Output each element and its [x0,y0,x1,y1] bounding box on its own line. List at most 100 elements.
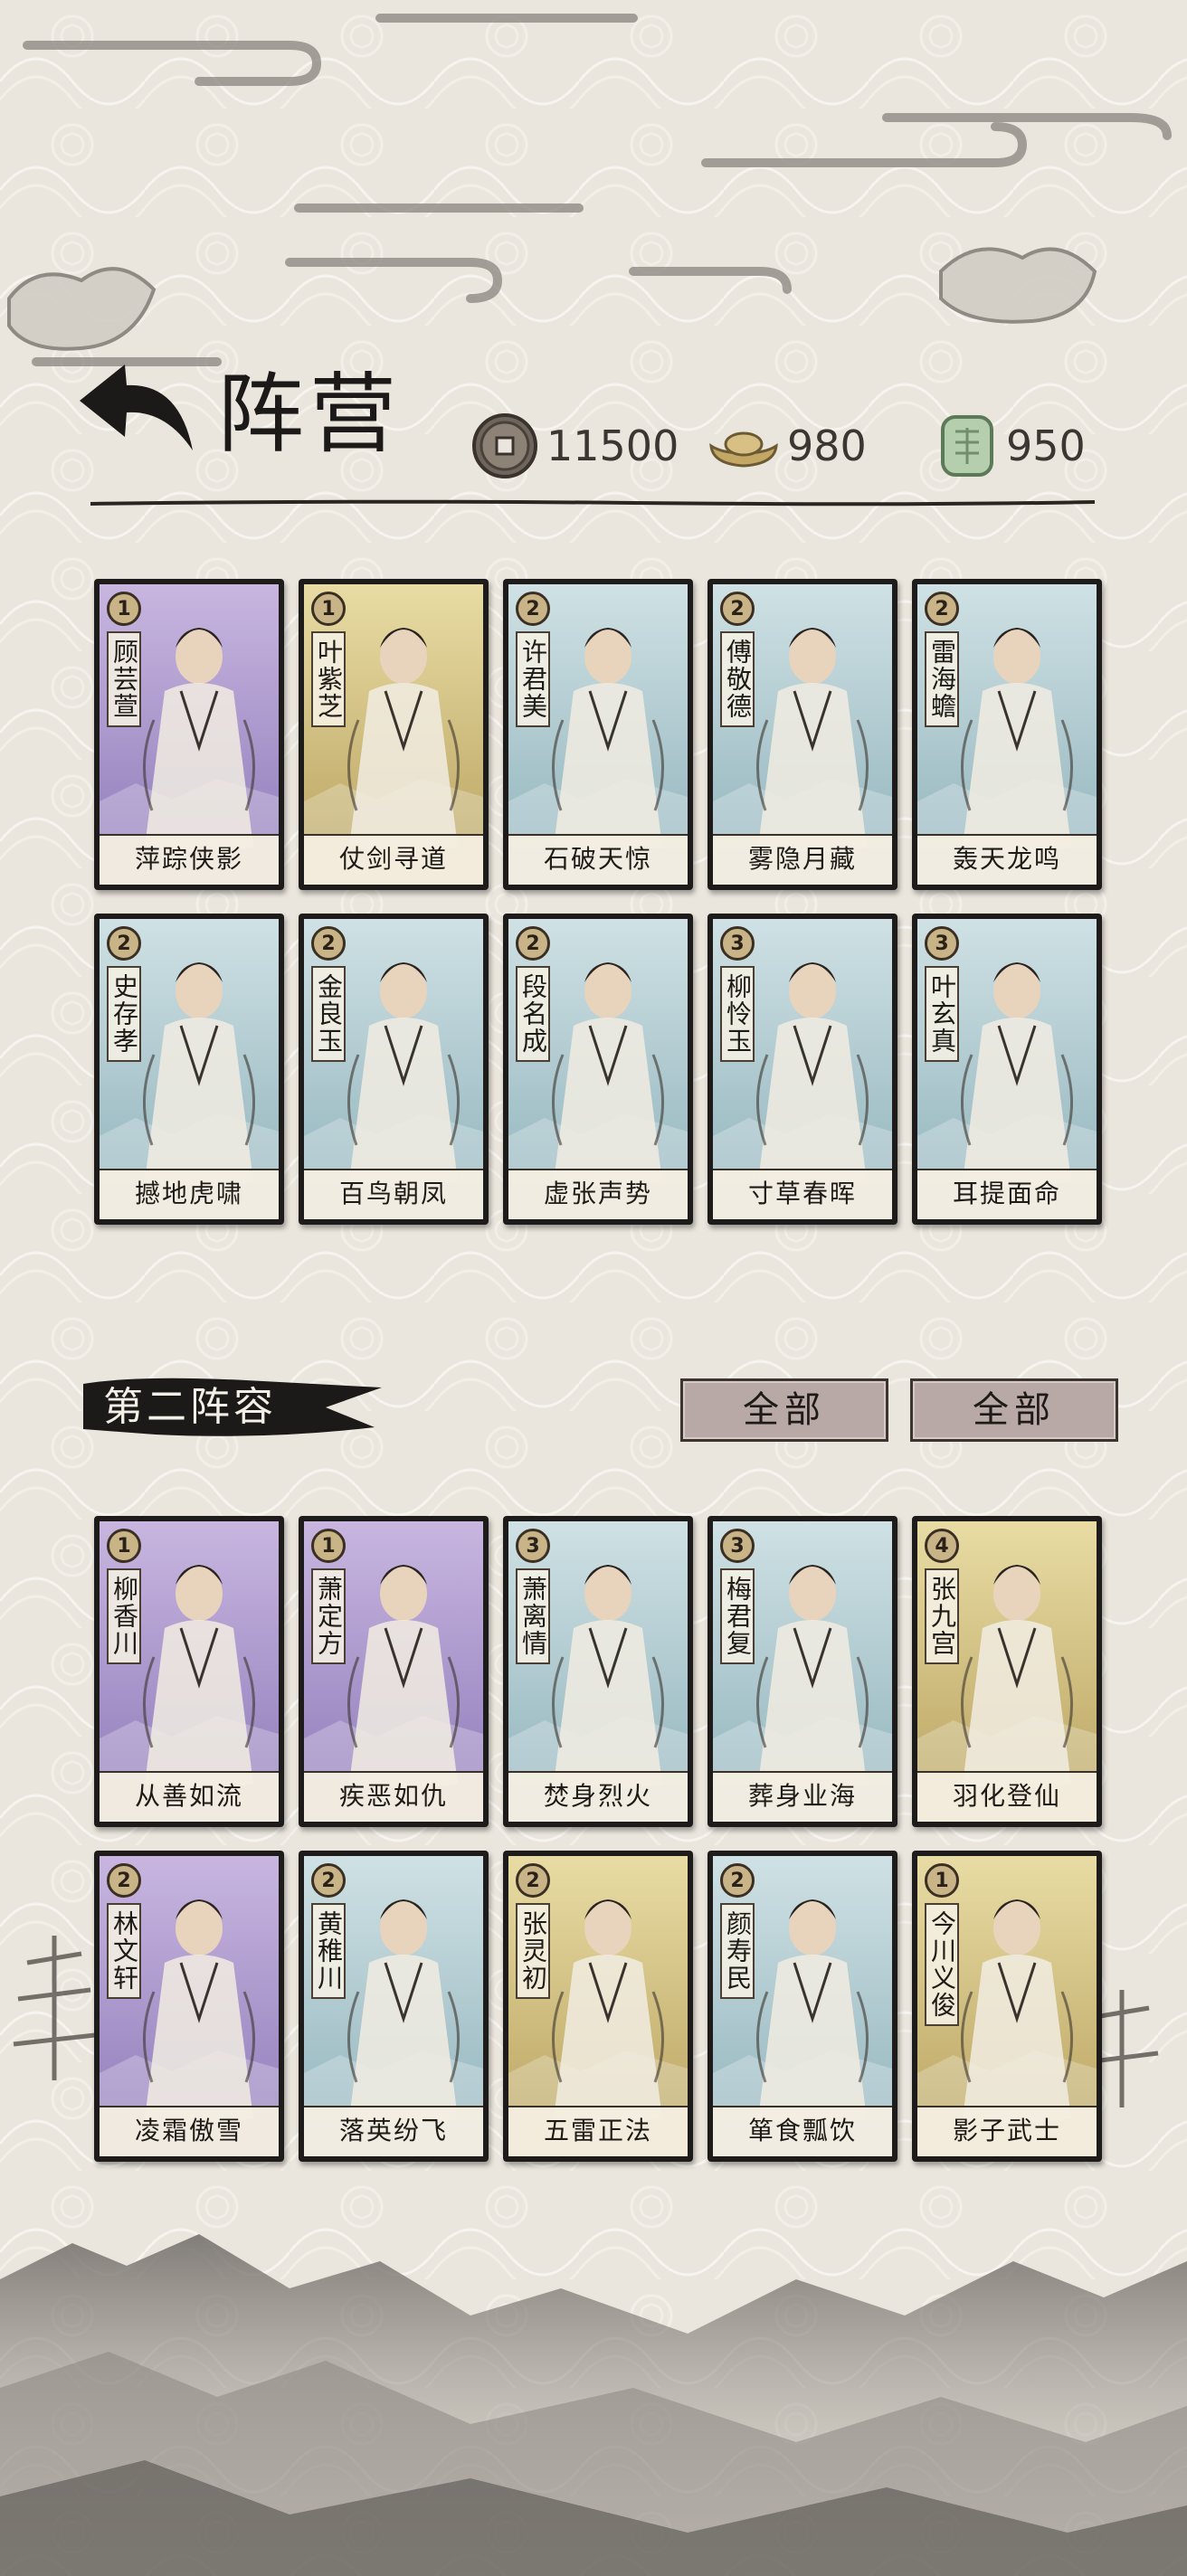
card-character-name: 顾芸萱 [107,631,141,727]
character-card[interactable]: 2 黄稚川 落英纷飞 [299,1851,489,2162]
card-character-name: 张灵初 [516,1903,550,1999]
card-level-badge: 3 [925,926,959,961]
card-skill-name: 葬身业海 [713,1771,892,1822]
card-frame: 3 梅君复葬身业海 [713,1521,892,1822]
card-skill-name: 从善如流 [100,1771,279,1822]
card-frame: 3 柳怜玉 寸草春晖 [713,919,892,1219]
card-skill-name: 石破天惊 [508,834,688,885]
card-frame: 2 颜寿民 箪食瓢饮 [713,1856,892,2156]
character-card[interactable]: 2 林文轩 凌霜傲雪 [94,1851,284,2162]
card-level-badge: 4 [925,1529,959,1563]
character-card[interactable]: 2 傅敬德雾隐月藏 [707,579,897,890]
copper-coin-counter: 11500 [470,409,679,483]
team2-label: 第二阵容 [83,1375,382,1440]
card-frame: 3 萧离情 焚身烈火 [508,1521,688,1822]
card-frame: 2 许君美 石破天惊 [508,584,688,885]
card-skill-name: 百鸟朝凤 [304,1169,483,1219]
card-character-name: 叶玄真 [925,966,959,1062]
character-card[interactable]: 3 梅君复葬身业海 [707,1516,897,1827]
jade-token-value: 950 [1006,421,1086,470]
card-level-badge: 1 [107,592,141,626]
back-arrow-icon[interactable] [71,360,197,459]
character-card[interactable]: 1 萧定方 疾恶如仇 [299,1516,489,1827]
card-skill-name: 雾隐月藏 [713,834,892,885]
card-character-name: 林文轩 [107,1903,141,1999]
card-level-badge: 2 [516,1863,550,1898]
character-card[interactable]: 1 顾芸萱 萍踪侠影 [94,579,284,890]
team1-grid: 1 顾芸萱 萍踪侠影 1 叶紫芝 仗剑寻道 2 许君美 石破天惊 2 傅敬德 雾隐月藏 2 雷海蟾 轰天龙鸣… [94,579,1102,1225]
card-level-badge: 2 [516,592,550,626]
filter-button-2[interactable]: 全部 [910,1378,1118,1442]
character-card[interactable]: 2 雷海蟾 轰天龙鸣 [912,579,1102,890]
team2-grid: 1 柳香川从善如流 1 萧定方 疾恶如仇 3 萧离情 焚身烈火 3 梅君复葬身业海 4 张九宫羽化登仙… [94,1516,1102,2162]
card-character-name: 段名成 [516,966,550,1062]
card-level-badge: 1 [311,1529,346,1563]
card-character-name: 柳香川 [107,1568,141,1664]
card-frame: 1 顾芸萱 萍踪侠影 [100,584,279,885]
card-level-badge: 2 [311,926,346,961]
card-character-name: 黄稚川 [311,1903,346,1999]
jade-token-icon [941,415,993,477]
card-frame: 1 叶紫芝 仗剑寻道 [304,584,483,885]
character-card[interactable]: 1 柳香川从善如流 [94,1516,284,1827]
card-frame: 2 段名成虚张声势 [508,919,688,1219]
character-card[interactable]: 3 柳怜玉 寸草春晖 [707,914,897,1225]
gold-ingot-icon [709,431,778,468]
card-skill-name: 耳提面命 [917,1169,1097,1219]
copper-coin-value: 11500 [546,421,679,470]
card-frame: 1 今川义俊 影子武士 [917,1856,1097,2156]
filter-button-1[interactable]: 全部 [680,1378,888,1442]
character-card[interactable]: 2 颜寿民 箪食瓢饮 [707,1851,897,2162]
card-frame: 2 雷海蟾 轰天龙鸣 [917,584,1097,885]
card-frame: 1 萧定方 疾恶如仇 [304,1521,483,1822]
card-frame: 3 叶玄真耳提面命 [917,919,1097,1219]
card-level-badge: 1 [107,1529,141,1563]
character-card[interactable]: 2 史存孝 撼地虎啸 [94,914,284,1225]
card-character-name: 金良玉 [311,966,346,1062]
card-skill-name: 轰天龙鸣 [917,834,1097,885]
card-level-badge: 3 [720,926,755,961]
card-level-badge: 2 [720,592,755,626]
card-frame: 1 柳香川从善如流 [100,1521,279,1822]
card-skill-name: 仗剑寻道 [304,834,483,885]
card-character-name: 今川义俊 [925,1903,959,2026]
card-skill-name: 羽化登仙 [917,1771,1097,1822]
card-frame: 2 史存孝 撼地虎啸 [100,919,279,1219]
card-frame: 2 张灵初 五雷正法 [508,1856,688,2156]
card-frame: 2 黄稚川 落英纷飞 [304,1856,483,2156]
character-card[interactable]: 2 段名成虚张声势 [503,914,693,1225]
character-card[interactable]: 2 金良玉百鸟朝凤 [299,914,489,1225]
card-skill-name: 虚张声势 [508,1169,688,1219]
gold-ingot-value: 980 [787,421,867,470]
card-frame: 2 林文轩 凌霜傲雪 [100,1856,279,2156]
card-level-badge: 3 [720,1529,755,1563]
page-title: 阵营 [217,364,402,465]
jade-token-counter: 950 [935,409,1086,483]
card-level-badge: 2 [925,592,959,626]
character-card[interactable]: 1 今川义俊 影子武士 [912,1851,1102,2162]
card-level-badge: 2 [311,1863,346,1898]
character-card[interactable]: 2 许君美 石破天惊 [503,579,693,890]
card-level-badge: 2 [107,1863,141,1898]
character-card[interactable]: 4 张九宫羽化登仙 [912,1516,1102,1827]
card-character-name: 柳怜玉 [720,966,755,1062]
team2-label-text: 第二阵容 [103,1384,277,1430]
copper-coin-icon [472,413,537,478]
character-card[interactable]: 3 萧离情 焚身烈火 [503,1516,693,1827]
card-character-name: 叶紫芝 [311,631,346,727]
card-frame: 2 傅敬德雾隐月藏 [713,584,892,885]
header-divider [90,499,1095,507]
card-character-name: 梅君复 [720,1568,755,1664]
character-card[interactable]: 3 叶玄真耳提面命 [912,914,1102,1225]
card-skill-name: 疾恶如仇 [304,1771,483,1822]
card-character-name: 傅敬德 [720,631,755,727]
gold-ingot-counter: 980 [707,409,867,483]
card-level-badge: 2 [720,1863,755,1898]
character-card[interactable]: 2 张灵初 五雷正法 [503,1851,693,2162]
card-character-name: 张九宫 [925,1568,959,1664]
card-frame: 4 张九宫羽化登仙 [917,1521,1097,1822]
card-skill-name: 焚身烈火 [508,1771,688,1822]
character-card[interactable]: 1 叶紫芝 仗剑寻道 [299,579,489,890]
card-skill-name: 箪食瓢饮 [713,2106,892,2156]
card-level-badge: 2 [516,926,550,961]
